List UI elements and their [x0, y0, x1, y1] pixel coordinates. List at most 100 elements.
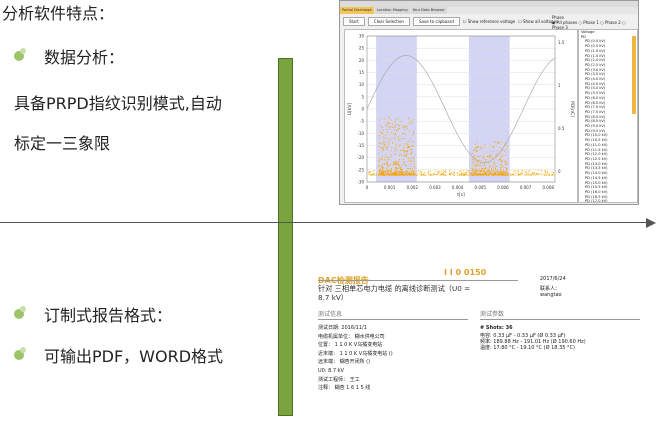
prpd-plot[interactable]: 30 25 20 15 10 5 0 -5 -10 -15 -20 -25 -30 0 0.001 0.002…	[344, 29, 578, 203]
y-tick-label: 20	[359, 58, 365, 63]
pd-point	[387, 145, 389, 147]
pd-point	[497, 150, 498, 152]
pd-point	[386, 160, 388, 162]
phase-2-radio[interactable]: ○ Phase 2	[600, 20, 621, 25]
pd-point	[379, 157, 381, 159]
x-tick-label: 0.004	[452, 185, 464, 190]
pd-point	[396, 167, 398, 168]
pd-point	[378, 165, 380, 166]
pd-point	[424, 171, 426, 173]
pd-point	[480, 148, 482, 149]
pd-point	[388, 140, 390, 142]
pd-point	[431, 174, 433, 176]
pd-point	[478, 156, 480, 158]
report-subtitle-line: 针对 三相单芯电力电缆 的离线诊断测试（U0 =	[318, 284, 471, 293]
pd-point	[390, 172, 392, 174]
pd-point	[486, 156, 488, 158]
pd-point	[537, 169, 539, 171]
pd-point	[381, 126, 383, 128]
pd-point	[552, 174, 554, 175]
x-tick-label: 0.006	[497, 185, 509, 190]
pd-point	[486, 172, 488, 174]
pd-point	[486, 174, 488, 176]
pd-point	[421, 171, 423, 173]
pd-point	[420, 174, 422, 176]
pd-point	[389, 128, 391, 130]
pd-point	[445, 171, 447, 173]
pd-point	[465, 173, 467, 175]
pd-point	[408, 158, 410, 160]
pd-point	[381, 117, 383, 119]
pd-point	[474, 171, 476, 173]
pd-point	[397, 124, 399, 126]
pd-point	[514, 170, 516, 171]
phase-1-radio[interactable]: ○ Phase 1	[578, 20, 599, 25]
pd-point	[410, 153, 412, 155]
legend-item[interactable]: PD (17.0 kV)	[579, 199, 637, 202]
tab-data-browser[interactable]: Your Data Browser	[410, 7, 447, 14]
pd-point	[498, 141, 500, 143]
pd-point	[429, 170, 431, 172]
pd-point	[395, 139, 397, 141]
clear-selection-button[interactable]: Clear Selection	[367, 16, 410, 26]
pd-point	[368, 173, 370, 175]
pd-point	[506, 151, 508, 153]
pd-point	[383, 173, 384, 175]
pd-point	[501, 156, 502, 158]
pd-point	[395, 117, 397, 119]
pd-point	[409, 168, 411, 170]
pd-point	[484, 144, 486, 145]
pd-point	[401, 172, 403, 173]
pd-point	[397, 170, 398, 172]
legend-scrollbar[interactable]	[632, 36, 636, 114]
pd-point	[456, 172, 458, 173]
pd-point	[406, 153, 408, 155]
pd-point	[388, 159, 390, 161]
pd-point	[495, 171, 496, 173]
pd-point	[508, 174, 509, 176]
pd-point	[544, 174, 545, 176]
pd-point	[378, 173, 380, 175]
pd-point	[389, 127, 391, 128]
pd-point	[413, 161, 415, 163]
pd-point	[485, 172, 486, 173]
pd-point	[496, 172, 498, 174]
pd-point	[391, 168, 393, 170]
pd-point	[548, 174, 550, 176]
show-reference-voltage-checkbox[interactable]: ☐ Show reference voltage	[463, 19, 515, 24]
pd-point	[396, 172, 397, 174]
pd-point	[404, 152, 405, 154]
pd-point	[411, 134, 413, 136]
pd-point	[408, 122, 410, 124]
pd-point	[395, 119, 397, 121]
pd-point	[502, 154, 504, 156]
pd-point	[492, 170, 494, 172]
pd-point	[506, 168, 507, 170]
start-button[interactable]: Start	[343, 16, 365, 26]
x-tick-label: 0.001	[384, 185, 396, 190]
pd-point	[507, 145, 508, 147]
pd-point	[379, 170, 381, 172]
pd-point	[480, 145, 482, 147]
pd-point	[442, 174, 444, 176]
pd-point	[462, 169, 464, 171]
pd-point	[480, 171, 482, 172]
pd-point	[420, 173, 422, 175]
pd-point	[409, 138, 411, 140]
pd-point	[383, 169, 385, 171]
pd-point	[395, 169, 397, 171]
pd-point	[389, 116, 390, 118]
save-clipboard-button[interactable]: Save to clipboard	[412, 16, 460, 26]
report-divider	[480, 319, 640, 320]
pd-point	[536, 173, 537, 174]
pd-point	[394, 170, 396, 172]
pd-point	[396, 150, 398, 152]
pd-point	[466, 172, 468, 173]
pd-point	[383, 163, 385, 164]
pd-point	[504, 167, 506, 169]
pd-point	[385, 154, 386, 156]
tab-partial-discharge[interactable]: Partial Discharge	[340, 7, 374, 14]
pd-point	[408, 173, 409, 174]
pd-point	[381, 172, 383, 174]
tab-location-mapping[interactable]: Location Mapping	[374, 7, 410, 14]
